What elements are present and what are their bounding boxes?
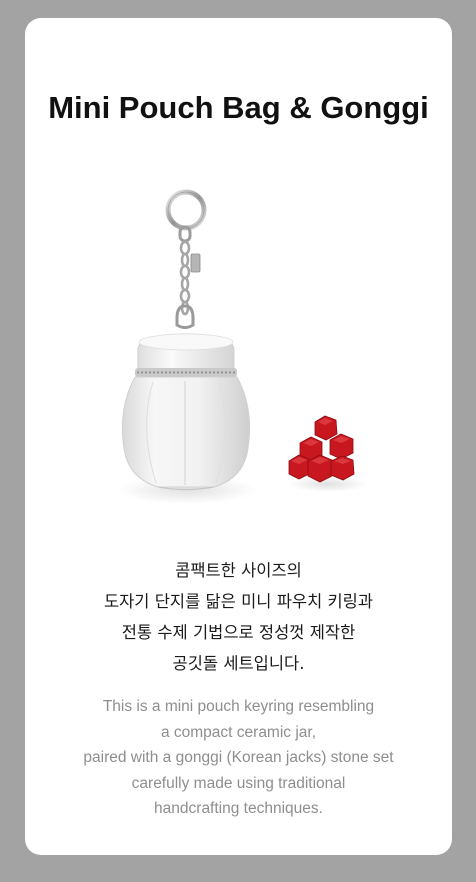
product-image	[25, 178, 452, 528]
description-english-line: handcrafting techniques.	[154, 800, 323, 817]
description-korean-line: 공깃돌 세트입니다.	[172, 654, 305, 673]
page-title: Mini Pouch Bag & Gonggi	[48, 90, 429, 125]
gonggi-stones	[288, 415, 368, 492]
description-english: This is a mini pouch keyring resembling …	[25, 694, 452, 822]
description-english-line: paired with a gonggi (Korean jacks) ston…	[83, 749, 394, 766]
description-korean-line: 도자기 단지를 닮은 미니 파우치 키링과	[103, 592, 374, 611]
product-card: Mini Pouch Bag & Gonggi 콤팩트한 사이즈의 도자기 단지…	[25, 18, 452, 855]
description-korean-line: 전통 수제 기법으로 정성껏 제작한	[121, 623, 356, 642]
description-korean: 콤팩트한 사이즈의 도자기 단지를 닮은 미니 파우치 키링과 전통 수제 기법…	[25, 555, 452, 679]
description-english-line: carefully made using traditional	[131, 774, 346, 792]
description-english-line: This is a mini pouch keyring resembling	[102, 698, 375, 715]
keyring-pouch	[117, 189, 257, 504]
description-korean-line: 콤팩트한 사이즈의	[175, 561, 302, 580]
description-english-line: a compact ceramic jar,	[160, 723, 317, 741]
